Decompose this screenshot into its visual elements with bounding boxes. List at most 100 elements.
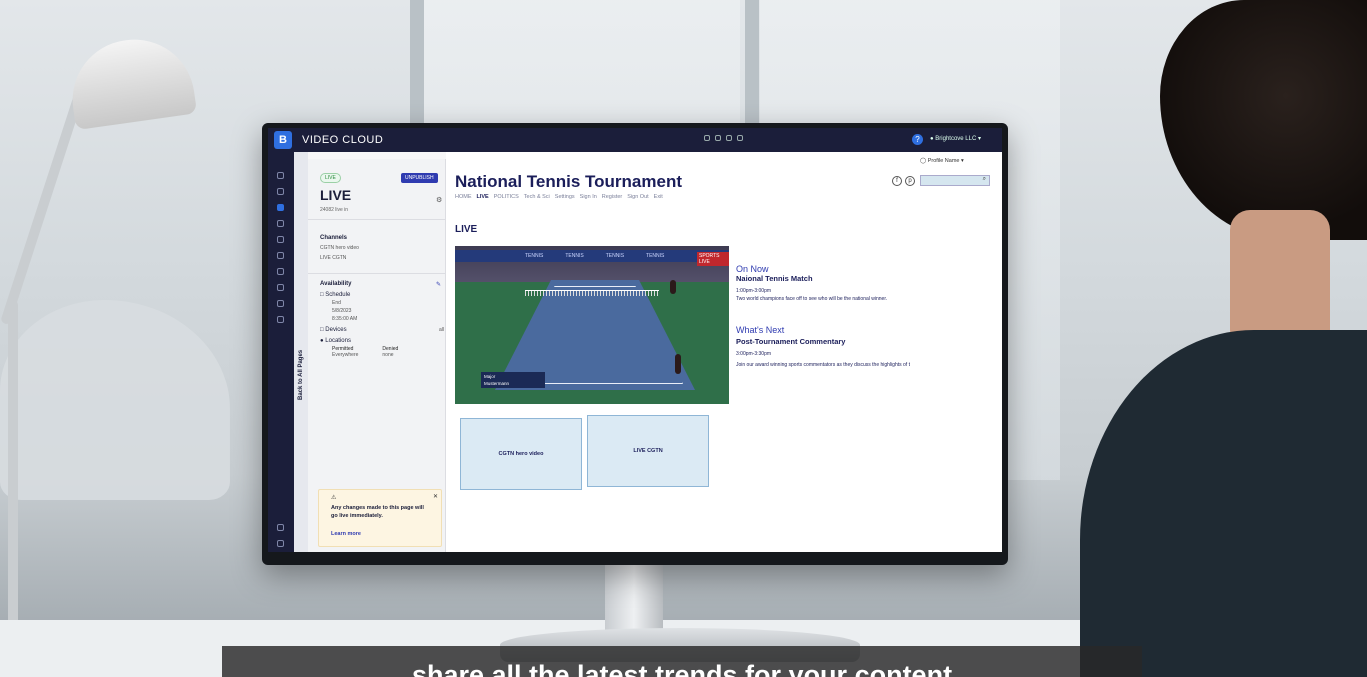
divider — [308, 219, 446, 220]
permitted-value: Everywhere — [332, 352, 359, 358]
end-date: 5/8/2023 — [332, 308, 352, 314]
back-to-all-pages-link[interactable]: Back to All Pages — [298, 350, 304, 400]
tile-cgtn-hero-video[interactable]: CGTN hero video — [460, 418, 582, 490]
warning-icon: ⚠ — [331, 495, 337, 501]
schedule-label: Schedule — [325, 292, 351, 298]
site-title: National Tennis Tournament — [455, 172, 682, 191]
on-now-time: 1:00pm-3:00pm — [736, 288, 772, 294]
availability-section: Availability ✎ □ Schedule End 5/8/2023 8… — [320, 281, 444, 358]
nav-live[interactable]: LIVE — [477, 194, 489, 200]
lamp-pole — [8, 300, 18, 630]
on-now-description: Two world champions face off to see who … — [736, 296, 888, 302]
nav-exit[interactable]: Exit — [654, 194, 663, 200]
left-nav-rail — [268, 152, 294, 552]
video-caption: share all the latest trends for your con… — [222, 646, 1142, 677]
view-icon[interactable] — [704, 135, 710, 141]
calendar-icon[interactable] — [277, 220, 284, 227]
view-icon[interactable] — [715, 135, 721, 141]
home-icon[interactable] — [277, 172, 284, 179]
pages-icon[interactable] — [277, 204, 284, 211]
settings-icon[interactable] — [277, 524, 284, 531]
account-menu[interactable]: ● Brightcove LLC ▾ — [930, 135, 981, 142]
schedule-row: □ Schedule — [320, 292, 444, 298]
users-icon[interactable] — [277, 300, 284, 307]
banner-word: TENNIS — [525, 253, 544, 259]
live-warning-box: ⚠ ✕ Any changes made to this page will g… — [318, 489, 442, 547]
panel-title: LIVE — [320, 187, 352, 203]
account-name: Brightcove LLC — [935, 136, 977, 142]
pinterest-icon[interactable]: p — [905, 176, 915, 186]
help-icon[interactable]: ? — [912, 134, 923, 145]
search-icon[interactable]: ⌕ — [983, 176, 986, 182]
on-now-title: Naional Tennis Match — [736, 274, 813, 283]
locations-label: Locations — [325, 338, 351, 344]
nav-tech-sci[interactable]: Tech & Sci — [524, 194, 550, 200]
nav-sign-in[interactable]: Sign In — [580, 194, 597, 200]
app-title: VIDEO CLOUD — [302, 134, 384, 146]
devices-label: Devices — [325, 327, 347, 333]
site-preview: ◯ Profile Name ▾ National Tennis Tournam… — [446, 152, 1002, 552]
channel-item[interactable]: LIVE CGTN — [320, 255, 359, 261]
nav-settings[interactable]: Settings — [555, 194, 575, 200]
channels-heading: Channels — [320, 235, 348, 241]
person-neck — [1230, 210, 1330, 350]
channels-section: Channels CGTN hero video LIVE CGTN — [320, 235, 359, 261]
view-switcher[interactable] — [704, 135, 743, 141]
gear-icon[interactable]: ⚙ — [436, 196, 442, 204]
edit-icon[interactable]: ✎ — [436, 281, 441, 288]
live-video-player[interactable]: TENNIS TENNIS TENNIS TENNIS SPORTS LIVE … — [455, 246, 729, 404]
analytics-icon[interactable] — [277, 268, 284, 275]
whats-next-description: Join our award winning sports commentato… — [736, 362, 910, 368]
learn-more-link[interactable]: Learn more — [331, 531, 361, 537]
app-top-bar: B VIDEO CLOUD ? ● Brightcove LLC ▾ — [268, 128, 1002, 152]
search-input[interactable]: ⌕ — [920, 175, 990, 186]
globe-icon[interactable] — [277, 284, 284, 291]
live-icon[interactable] — [277, 236, 284, 243]
on-now-heading: On Now — [736, 264, 769, 274]
view-icon[interactable] — [726, 135, 732, 141]
player-far — [670, 280, 676, 294]
tile-live-cgtn[interactable]: LIVE CGTN — [587, 415, 709, 487]
devices-value: all — [438, 327, 444, 333]
player-near — [675, 354, 681, 374]
nav-sign-out[interactable]: Sign Out — [627, 194, 648, 200]
profile-name: Profile Name — [927, 158, 960, 164]
end-label: End — [332, 300, 341, 306]
monitor-screen: B VIDEO CLOUD ? ● Brightcove LLC ▾ Back … — [268, 128, 1002, 552]
live-status-badge: LIVE — [320, 173, 341, 183]
availability-heading: Availability — [320, 281, 352, 287]
close-icon[interactable]: ✕ — [433, 493, 438, 500]
warning-text: Any changes made to this page will go li… — [331, 505, 424, 519]
panel-subtitle: 24082 live in — [320, 207, 349, 213]
banner-word: TENNIS — [605, 253, 625, 259]
device-icon: □ — [320, 327, 324, 333]
nav-politics[interactable]: POLITICS — [494, 194, 519, 200]
monitor-stand — [605, 560, 663, 630]
section-heading: LIVE — [455, 224, 478, 235]
tennis-net — [525, 290, 659, 296]
facebook-icon[interactable]: f — [892, 176, 902, 186]
devices-row: □ Devices all — [320, 327, 444, 333]
score-row: Mustermann — [484, 381, 510, 386]
location-icon: ● — [320, 338, 324, 344]
whats-next-title: Post-Tournament Commentary — [736, 337, 846, 346]
end-time: 8:35:00 AM — [332, 316, 358, 322]
view-icon[interactable] — [737, 135, 743, 141]
nav-register[interactable]: Register — [602, 194, 622, 200]
channel-item[interactable]: CGTN hero video — [320, 245, 359, 251]
divider — [308, 273, 446, 274]
media-icon[interactable] — [277, 188, 284, 195]
brand-logo-icon[interactable]: B — [274, 131, 292, 149]
profile-menu[interactable]: ◯ Profile Name ▾ — [920, 158, 964, 164]
clock-icon[interactable] — [277, 252, 284, 259]
nav-home[interactable]: HOME — [455, 194, 472, 200]
social-links: fp — [892, 176, 915, 186]
whats-next-heading: What's Next — [736, 325, 785, 335]
audience-icon[interactable] — [277, 316, 284, 323]
site-nav: HOME LIVE POLITICS Tech & Sci Settings S… — [455, 194, 663, 200]
collapse-icon[interactable] — [277, 540, 284, 547]
scoreboard: Major Mustermann — [481, 372, 545, 388]
locations-table: Permitted Everywhere Denied none — [332, 346, 444, 358]
banner-word: TENNIS — [565, 253, 584, 259]
unpublish-button[interactable]: UNPUBLISH — [401, 173, 438, 183]
